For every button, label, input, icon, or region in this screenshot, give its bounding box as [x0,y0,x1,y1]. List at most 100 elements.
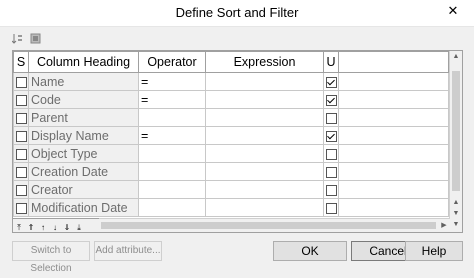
sort-checkbox-cell[interactable] [13,144,29,163]
use-checkbox-cell[interactable] [323,144,339,163]
operator-cell[interactable]: = [138,126,206,145]
expression-cell[interactable] [205,162,324,181]
operator-cell[interactable] [138,144,206,163]
scroll-right-icon[interactable]: ▶ [439,219,449,232]
hscroll-thumb[interactable] [101,222,436,229]
column-heading-cell[interactable]: Modification Date [28,198,139,217]
scroll-thumb[interactable] [452,71,460,191]
empty-cell [338,108,449,127]
vertical-scrollbar[interactable]: ▲ ▲ ▼ ▼ [449,51,462,232]
column-heading-cell[interactable]: Display Name [28,126,139,145]
column-heading-cell[interactable]: Creation Date [28,162,139,181]
sort-checkbox-cell[interactable] [13,162,29,181]
title-bar: Define Sort and Filter ✕ [0,0,474,27]
move-up-icon[interactable]: ↑ [37,222,49,232]
move-down-icon[interactable]: ↓ [49,222,61,232]
table-row[interactable]: Name = [13,72,449,91]
column-heading-cell[interactable]: Name [28,72,139,91]
expression-cell[interactable] [205,180,324,199]
column-header-operator[interactable]: Operator [138,51,206,73]
use-checkbox-cell[interactable] [323,108,339,127]
table-row[interactable]: Object Type [13,144,449,163]
use-checkbox-cell[interactable] [323,90,339,109]
use-checkbox[interactable] [326,94,337,106]
window-title: Define Sort and Filter [175,5,299,20]
sort-checkbox[interactable] [16,166,27,178]
horizontal-scrollbar[interactable]: ▶ [99,218,450,232]
column-heading-cell[interactable]: Code [28,90,139,109]
sort-checkbox[interactable] [16,184,27,196]
use-checkbox[interactable] [326,76,337,88]
use-checkbox[interactable] [326,112,337,124]
table-row[interactable]: Parent [13,108,449,127]
sort-checkbox-cell[interactable] [13,126,29,145]
use-checkbox[interactable] [326,130,337,142]
expression-cell[interactable] [205,126,324,145]
use-checkbox[interactable] [326,148,337,160]
sort-checkbox[interactable] [16,148,27,160]
scroll-down-icon[interactable]: ▼ [450,219,462,231]
sort-filter-grid: S Column Heading Operator Expression U N… [12,50,463,233]
empty-cell [338,180,449,199]
sort-checkbox-cell[interactable] [13,198,29,217]
table-row[interactable]: Creation Date [13,162,449,181]
table-row[interactable]: Modification Date [13,198,449,217]
empty-cell [338,90,449,109]
sort-checkbox-cell[interactable] [13,90,29,109]
column-heading-cell[interactable]: Parent [28,108,139,127]
column-header-heading[interactable]: Column Heading [28,51,139,73]
close-button[interactable]: ✕ [438,0,468,22]
use-checkbox[interactable] [326,184,337,196]
use-checkbox-cell[interactable] [323,180,339,199]
operator-cell[interactable] [138,108,206,127]
sort-icon[interactable] [11,33,23,45]
column-header-expression[interactable]: Expression [205,51,324,73]
empty-cell [338,72,449,91]
expression-cell[interactable] [205,72,324,91]
empty-cell [338,126,449,145]
operator-cell[interactable] [138,180,206,199]
column-heading-cell[interactable]: Object Type [28,144,139,163]
table-row[interactable]: Code = [13,90,449,109]
use-checkbox-cell[interactable] [323,198,339,217]
sort-checkbox[interactable] [16,202,27,214]
column-header-s[interactable]: S [13,51,29,73]
use-checkbox-cell[interactable] [323,72,339,91]
scroll-up-icon[interactable]: ▲ [450,51,462,63]
operator-cell[interactable] [138,198,206,217]
use-checkbox[interactable] [326,166,337,178]
sort-checkbox[interactable] [16,112,27,124]
help-button[interactable]: Help [405,241,463,261]
column-header-empty [338,51,449,73]
expression-cell[interactable] [205,108,324,127]
sort-checkbox-cell[interactable] [13,180,29,199]
empty-cell [338,144,449,163]
sort-checkbox[interactable] [16,130,27,142]
filter-icon[interactable] [30,33,41,44]
sort-checkbox-cell[interactable] [13,72,29,91]
switch-to-selection-button[interactable]: Switch to Selection [12,241,90,274]
operator-cell[interactable] [138,162,206,181]
expression-cell[interactable] [205,90,324,109]
move-down-page-icon[interactable]: ⇓ [61,222,73,232]
use-checkbox-cell[interactable] [323,126,339,145]
operator-cell[interactable]: = [138,72,206,91]
move-first-icon[interactable]: ⤒ [13,222,25,232]
sort-checkbox-cell[interactable] [13,108,29,127]
sort-checkbox[interactable] [16,76,27,88]
table-row[interactable]: Display Name = [13,126,449,145]
ok-button[interactable]: OK [273,241,347,261]
use-checkbox[interactable] [326,202,337,214]
operator-cell[interactable]: = [138,90,206,109]
move-last-icon[interactable]: ⤓ [73,222,85,232]
table-row[interactable]: Creator [13,180,449,199]
column-heading-cell[interactable]: Creator [28,180,139,199]
expression-cell[interactable] [205,144,324,163]
move-up-page-icon[interactable]: ⇑ [25,222,37,232]
expression-cell[interactable] [205,198,324,217]
add-attribute-button[interactable]: Add attribute... [94,241,162,261]
use-checkbox-cell[interactable] [323,162,339,181]
sort-checkbox[interactable] [16,94,27,106]
empty-cell [338,198,449,217]
column-header-u[interactable]: U [323,51,339,73]
